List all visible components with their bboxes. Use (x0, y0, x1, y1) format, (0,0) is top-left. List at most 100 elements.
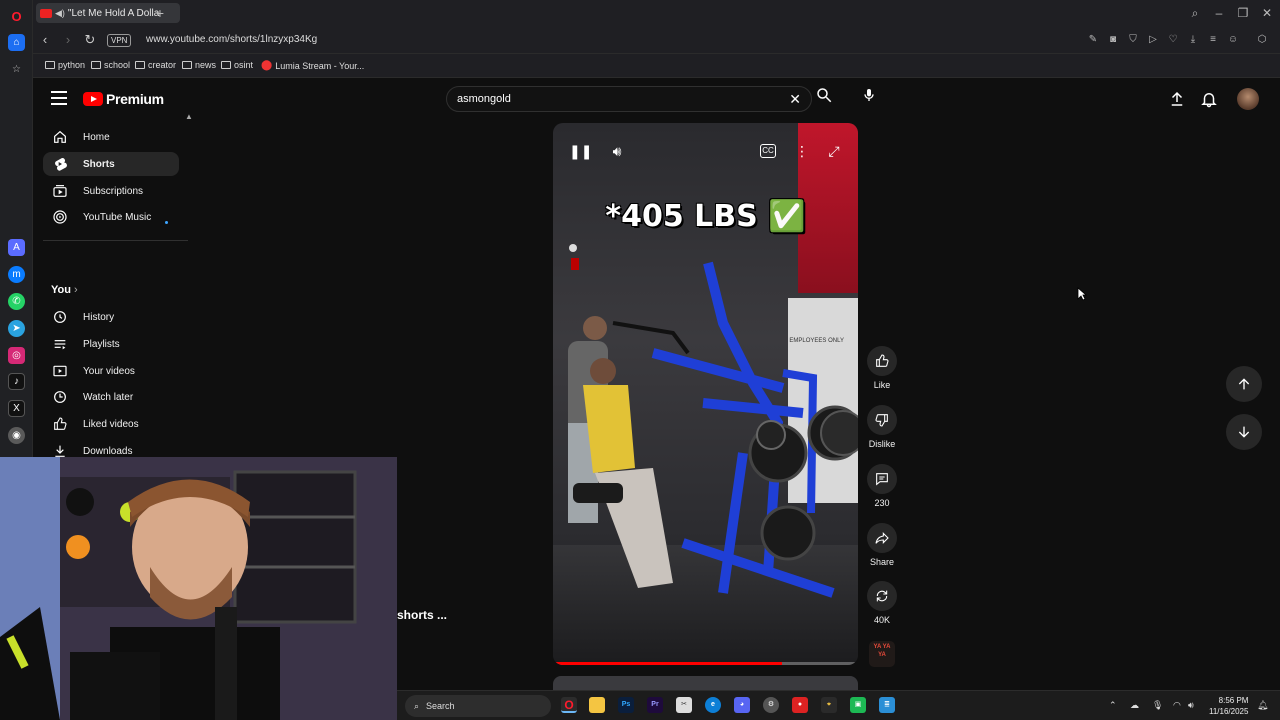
notepad-icon[interactable]: ≣ (879, 697, 895, 713)
maximize-icon[interactable]: ❐ (1233, 4, 1253, 22)
nav-watch-later[interactable]: Watch later (43, 385, 179, 409)
search-box[interactable]: ✕ (446, 86, 812, 112)
player-icon[interactable]: ◉ (8, 427, 25, 444)
close-window-icon[interactable]: ✕ (1257, 4, 1277, 22)
search-button[interactable] (810, 86, 838, 112)
taskbar-clock[interactable]: 8:56 PM 11/16/2025 (1209, 695, 1248, 717)
bookmark-python[interactable]: python (45, 60, 85, 70)
sound-thumbnail[interactable]: YA YA YA (869, 641, 895, 667)
shield-icon[interactable]: ⛉ (1126, 33, 1140, 47)
like-button[interactable]: Like (863, 346, 901, 390)
pinboard-icon[interactable]: ☆ (8, 61, 25, 78)
aria-icon[interactable]: A (8, 239, 25, 256)
x-icon[interactable]: X (8, 400, 25, 417)
tool-app-icon[interactable]: ⌖ (821, 697, 837, 713)
url-field[interactable]: www.youtube.com/shorts/1lnzyxp34Kg (146, 34, 317, 45)
nav-playlists[interactable]: Playlists (43, 332, 179, 356)
discord-icon[interactable]: ◕ (734, 697, 750, 713)
play-icon[interactable]: ▷ (1146, 33, 1160, 47)
profile-icon[interactable]: ☺ (1226, 33, 1240, 47)
pause-icon[interactable]: ❚❚ (569, 141, 592, 161)
speaker-icon[interactable]: ◀) (55, 8, 65, 19)
liked-videos-icon (54, 417, 67, 430)
bookmark-news[interactable]: news (182, 60, 216, 70)
messenger-icon[interactable]: m (8, 266, 25, 283)
fullscreen-icon[interactable]: ⤢ (824, 141, 844, 161)
opera-taskbar-icon[interactable]: O (561, 697, 577, 713)
previous-short-button[interactable] (1226, 366, 1262, 402)
obs-red-app-icon[interactable]: ● (792, 697, 808, 713)
search-tabs-icon[interactable]: ⌕ (1185, 4, 1205, 22)
snipping-tool-icon[interactable]: ✂ (676, 697, 692, 713)
tray-chevron-icon[interactable]: ⌃ (1109, 700, 1117, 711)
onedrive-icon[interactable]: ☁ (1130, 700, 1139, 711)
taskbar: ⌕ Search O Ps Pr ✂ e ◕ ⚙ ● ⌖ ▣ ≣ ⌃ ☁ 🎙︎ … (397, 690, 1280, 720)
comments-button[interactable]: 230 (863, 464, 901, 508)
edge-icon[interactable]: e (705, 697, 721, 713)
menu-icon[interactable]: ≡ (1206, 33, 1220, 47)
forward-icon[interactable]: › (59, 31, 77, 49)
camera-icon[interactable]: ◙ (1106, 33, 1120, 47)
arrow-down-icon (1238, 426, 1250, 438)
nav-liked-videos[interactable]: Liked videos (43, 412, 179, 436)
nav-your-videos[interactable]: Your videos (43, 359, 179, 383)
nav-youtube-music[interactable]: YouTube Music (43, 205, 179, 229)
reload-icon[interactable]: ↻ (81, 31, 99, 49)
scroll-up-icon[interactable]: ▲ (185, 112, 193, 121)
clear-search-icon[interactable]: ✕ (789, 91, 801, 108)
next-short-preview[interactable] (553, 676, 858, 690)
arrow-up-icon (1238, 378, 1250, 390)
menu-icon[interactable] (51, 91, 67, 105)
new-tab-icon[interactable]: + (150, 4, 170, 22)
subscriptions-icon (53, 185, 67, 197)
whatsapp-icon[interactable]: ✆ (8, 293, 25, 310)
photoshop-icon[interactable]: Ps (618, 697, 634, 713)
avatar[interactable] (1237, 88, 1259, 110)
notifications-button[interactable] (1200, 90, 1218, 108)
premiere-icon[interactable]: Pr (647, 697, 663, 713)
dislike-button[interactable]: Dislike (863, 405, 901, 449)
volume-tray-icon[interactable]: 🔊︎ (1188, 700, 1194, 711)
nav-shorts[interactable]: Shorts (43, 152, 179, 176)
nav-subscriptions[interactable]: Subscriptions (43, 179, 179, 203)
extensions-icon[interactable]: ⬡ (1255, 33, 1269, 47)
share-button[interactable]: Share (863, 523, 901, 567)
game-app-icon[interactable]: ▣ (850, 697, 866, 713)
vpn-badge[interactable]: VPN (107, 34, 132, 47)
nav-history[interactable]: History (43, 305, 179, 329)
download-icon[interactable]: ⤓ (1186, 33, 1200, 47)
voice-search-button[interactable] (856, 86, 882, 112)
video-progress-bar[interactable] (553, 662, 858, 665)
notification-bell-icon[interactable]: 🔔︎ (1257, 700, 1268, 711)
search-input[interactable] (457, 93, 811, 105)
file-explorer-icon[interactable] (589, 697, 605, 713)
bookmark-creator[interactable]: creator (135, 60, 176, 70)
taskbar-search[interactable]: ⌕ Search (405, 695, 551, 717)
youtube-logo[interactable]: Premium (83, 91, 164, 107)
shorts-player[interactable]: EMPLOYEES ONLY *405 LBS ✅ ❚❚ 🔊︎ CC ⋮ ⤢ (553, 123, 858, 665)
nav-you-header[interactable]: You › (51, 284, 78, 296)
nav-home[interactable]: Home (43, 125, 179, 149)
opera-logo-icon[interactable]: O (8, 8, 25, 25)
folder-icon (91, 61, 101, 69)
volume-icon[interactable]: 🔊︎ (607, 141, 627, 161)
bookmark-osint[interactable]: osint (221, 60, 253, 70)
home-icon[interactable]: ⌂ (8, 34, 25, 51)
upload-button[interactable] (1168, 90, 1186, 108)
back-icon[interactable]: ‹ (36, 31, 54, 49)
bookmark-school[interactable]: school (91, 60, 130, 70)
settings-icon[interactable]: ⚙ (763, 697, 779, 713)
telegram-icon[interactable]: ➤ (8, 320, 25, 337)
more-options-icon[interactable]: ⋮ (792, 141, 812, 161)
next-short-button[interactable] (1226, 414, 1262, 450)
tiktok-icon[interactable]: ♪ (8, 373, 25, 390)
remix-button[interactable]: 40K (863, 581, 901, 625)
instagram-icon[interactable]: ◎ (8, 347, 25, 364)
bookmark-lumia[interactable]: ⬤ Lumia Stream - Your... (261, 60, 364, 71)
minimize-icon[interactable]: – (1209, 4, 1229, 22)
wifi-icon[interactable]: ◠ (1173, 700, 1181, 711)
edit-icon[interactable]: ✎ (1086, 33, 1100, 47)
heart-icon[interactable]: ♡ (1166, 33, 1180, 47)
microphone-tray-icon[interactable]: 🎙︎ (1152, 700, 1163, 711)
captions-icon[interactable]: CC (760, 144, 776, 158)
